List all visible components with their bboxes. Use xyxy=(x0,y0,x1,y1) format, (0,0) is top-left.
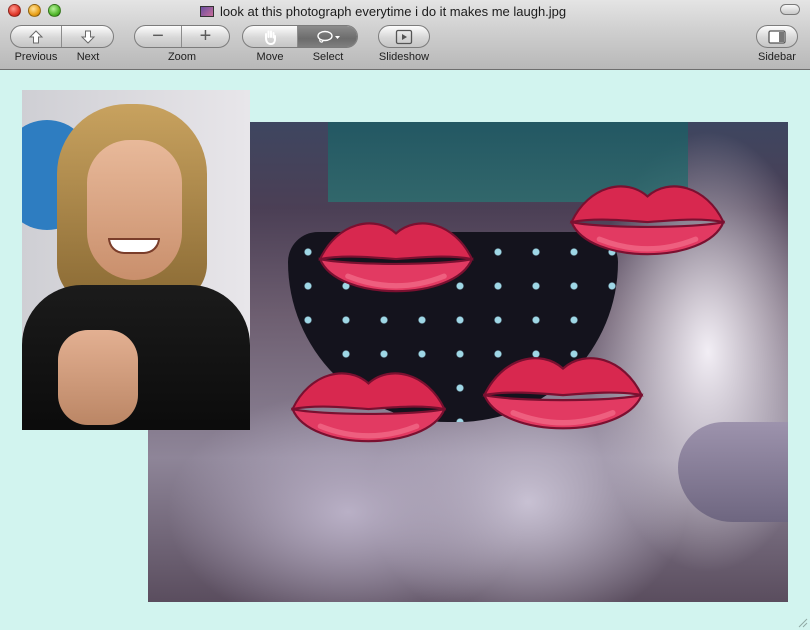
window-controls xyxy=(8,4,61,17)
sidebar-label-row: Sidebar xyxy=(756,51,798,63)
next-button[interactable] xyxy=(62,26,113,47)
portrait-smile xyxy=(108,238,160,254)
sidebar-group: Sidebar xyxy=(756,25,798,63)
slideshow-control xyxy=(378,25,430,48)
previous-button[interactable] xyxy=(11,26,63,47)
document-proxy-icon[interactable] xyxy=(200,5,214,17)
play-icon xyxy=(395,29,413,44)
sidebar-button[interactable] xyxy=(757,26,797,47)
select-tool-button[interactable] xyxy=(298,26,357,47)
sidebar-label: Sidebar xyxy=(758,51,796,63)
move-tool-button[interactable] xyxy=(243,26,299,47)
previous-label: Previous xyxy=(14,51,58,63)
tool-mode-segmented-control xyxy=(242,25,358,48)
navigation-labels: Previous Next xyxy=(10,51,114,63)
navigation-segmented-control xyxy=(10,25,114,48)
navigation-group: Previous Next xyxy=(10,25,114,63)
next-label: Next xyxy=(76,51,100,63)
lips-sticker-4 xyxy=(482,357,644,430)
tool-mode-labels: Move Select xyxy=(242,51,358,63)
window-title-bar: look at this photograph everytime i do i… xyxy=(200,3,690,19)
slideshow-group: Slideshow xyxy=(378,25,430,63)
zoom-window-button[interactable] xyxy=(48,4,61,17)
lips-sticker-3 xyxy=(290,372,447,443)
inset-portrait-photo xyxy=(22,90,250,430)
portrait-hand-gesture xyxy=(58,330,138,425)
image-canvas[interactable] xyxy=(0,70,810,630)
lasso-icon xyxy=(316,30,340,43)
toolbar-toggle-button[interactable] xyxy=(780,4,800,15)
plus-icon: + xyxy=(199,25,212,47)
minimize-window-button[interactable] xyxy=(28,4,41,17)
slideshow-label-row: Slideshow xyxy=(378,51,430,63)
move-label: Move xyxy=(256,51,284,63)
sidebar-icon xyxy=(768,29,786,44)
zoom-segmented-control: − + xyxy=(134,25,230,48)
zoom-in-button[interactable]: + xyxy=(182,26,229,47)
zoom-out-button[interactable]: − xyxy=(135,25,183,47)
window-chrome: look at this photograph everytime i do i… xyxy=(0,0,810,70)
zoom-group: − + Zoom xyxy=(134,25,230,63)
portrait-face xyxy=(87,140,182,280)
select-label: Select xyxy=(312,51,344,63)
zoom-label: Zoom xyxy=(167,51,197,63)
hand-icon xyxy=(265,30,277,45)
lips-sticker-1 xyxy=(318,222,474,293)
lips-sticker-2 xyxy=(569,185,726,256)
zoom-label-row: Zoom xyxy=(134,51,230,63)
resize-grip-icon[interactable] xyxy=(796,616,808,628)
slideshow-label: Slideshow xyxy=(378,51,430,63)
arrow-down-icon xyxy=(80,30,95,44)
window-title: look at this photograph everytime i do i… xyxy=(220,3,567,19)
arrow-up-icon xyxy=(28,29,44,43)
photo-hand-region xyxy=(678,422,788,522)
slideshow-button[interactable] xyxy=(379,26,429,47)
close-window-button[interactable] xyxy=(8,4,21,17)
minus-icon: − xyxy=(152,25,164,47)
sidebar-control xyxy=(756,25,798,48)
tool-mode-group: Move Select xyxy=(242,25,358,63)
